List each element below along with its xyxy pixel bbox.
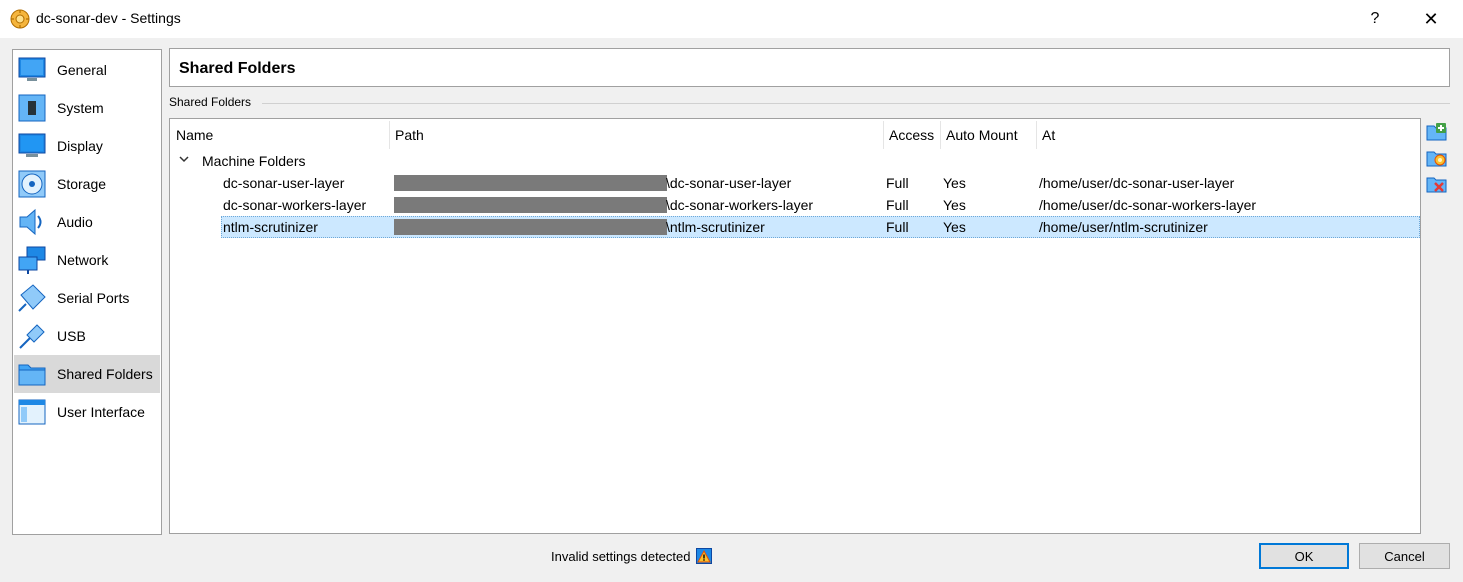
group-label: Shared Folders [169,95,252,109]
row-name: dc-sonar-workers-layer [223,197,367,213]
row-path: \ntlm-scrutinizer [666,219,765,235]
sidebar-item-shared-folders[interactable]: Shared Folders [14,355,160,393]
remove-folder-icon[interactable] [1426,173,1448,195]
redacted-path [394,197,667,213]
add-folder-icon[interactable] [1426,121,1448,143]
help-button[interactable]: ? [1352,0,1398,38]
redacted-path [394,175,667,191]
folder-icon [18,364,46,386]
sidebar-item-usb[interactable]: USB [14,317,160,355]
sidebar-item-audio[interactable]: Audio [14,203,160,241]
row-name: ntlm-scrutinizer [223,219,318,235]
column-header-name[interactable]: Name [170,119,389,151]
sidebar-item-label: System [57,100,104,116]
settings-sidebar: General System Display Storage Audio Net… [12,49,162,535]
title-bar: dc-sonar-dev - Settings ? ✕ [0,0,1463,38]
storage-disc-icon [18,170,46,198]
monitor-icon [18,57,46,81]
sidebar-item-user-interface[interactable]: User Interface [14,393,160,431]
sidebar-item-label: Shared Folders [57,366,153,382]
serial-port-icon [18,284,46,312]
row-path: \dc-sonar-user-layer [666,175,792,191]
edit-folder-icon[interactable] [1426,147,1448,169]
sidebar-item-system[interactable]: System [14,89,160,127]
sidebar-item-label: User Interface [57,404,145,420]
sidebar-item-label: USB [57,328,86,344]
row-at: /home/user/dc-sonar-user-layer [1039,175,1235,191]
shared-folders-table[interactable]: Name Path Access Auto Mount At Machine F… [169,118,1421,534]
sidebar-item-label: Storage [57,176,107,192]
ok-button[interactable]: OK [1259,543,1349,569]
row-access: Full [886,219,909,235]
column-header-path[interactable]: Path [389,119,883,151]
chevron-down-icon[interactable] [178,153,190,165]
window-title: dc-sonar-dev - Settings [36,10,181,26]
sidebar-item-general[interactable]: General [14,51,160,89]
group-row-machine-folders[interactable]: Machine Folders [202,152,306,170]
sidebar-item-storage[interactable]: Storage [14,165,160,203]
sidebar-item-label: Display [57,138,103,154]
cancel-button[interactable]: Cancel [1359,543,1450,569]
page-title: Shared Folders [179,60,296,77]
sidebar-item-label: General [57,62,107,78]
row-at: /home/user/ntlm-scrutinizer [1039,219,1208,235]
group-divider [262,103,1450,104]
redacted-path [394,219,667,235]
warning-icon[interactable] [696,548,712,564]
row-auto-mount: Yes [943,175,966,191]
sidebar-item-display[interactable]: Display [14,127,160,165]
row-access: Full [886,197,909,213]
window-icon [18,399,46,425]
sidebar-item-label: Serial Ports [57,290,130,306]
row-auto-mount: Yes [943,219,966,235]
sidebar-item-network[interactable]: Network [14,241,160,279]
row-auto-mount: Yes [943,197,966,213]
column-header-access[interactable]: Access [883,119,940,151]
display-icon [18,133,46,157]
page-header: Shared Folders [169,48,1450,87]
column-header-at[interactable]: At [1036,119,1416,151]
row-path: \dc-sonar-workers-layer [666,197,814,213]
usb-icon [19,324,45,349]
row-name: dc-sonar-user-layer [223,175,345,191]
sidebar-item-label: Audio [57,214,93,230]
column-header-auto-mount[interactable]: Auto Mount [940,119,1036,151]
chip-icon [18,94,46,122]
speaker-icon [19,208,42,236]
virtualbox-app-icon [10,9,30,29]
sidebar-item-label: Network [57,252,109,268]
close-button[interactable]: ✕ [1408,0,1454,38]
row-access: Full [886,175,909,191]
row-at: /home/user/dc-sonar-workers-layer [1039,197,1257,213]
sidebar-item-serial-ports[interactable]: Serial Ports [14,279,160,317]
status-message: Invalid settings detected [551,549,691,564]
network-icon [18,246,46,274]
